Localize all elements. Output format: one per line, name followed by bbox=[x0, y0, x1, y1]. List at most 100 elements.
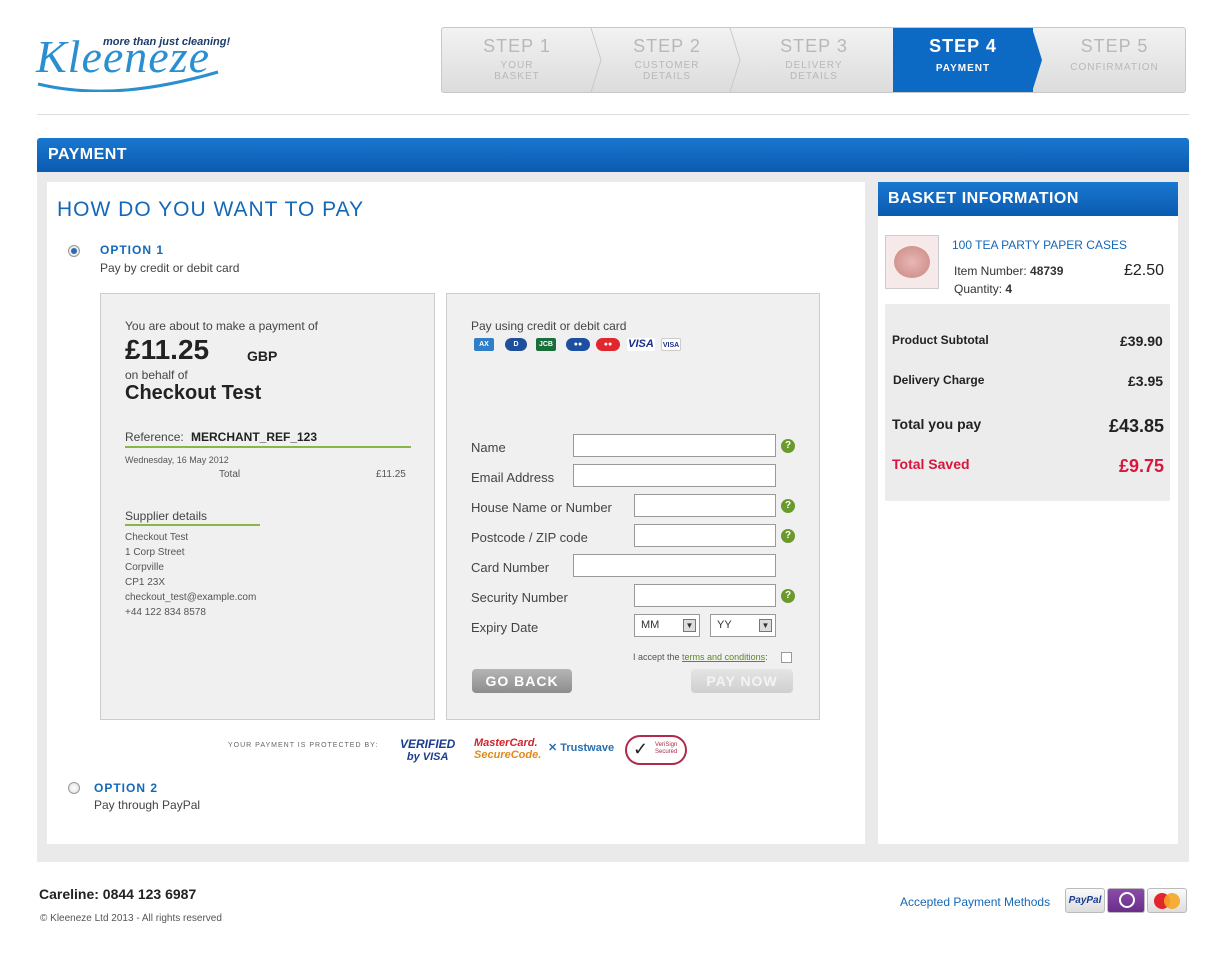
visa-card-icon: VISA bbox=[627, 338, 655, 351]
careline: Careline: 0844 123 6987 bbox=[39, 886, 197, 902]
pay-now-button[interactable]: PAY NOW bbox=[691, 669, 793, 693]
item-number: Item Number: 48739 bbox=[954, 264, 1063, 278]
logo-tagline: more than just cleaning! bbox=[103, 36, 231, 48]
saved-label: Total Saved bbox=[892, 456, 970, 472]
total-value: £11.25 bbox=[376, 469, 406, 480]
copyright: © Kleeneze Ltd 2013 - All rights reserve… bbox=[40, 913, 222, 924]
trustwave-icon: ✕ bbox=[548, 742, 558, 754]
option-2-radio[interactable] bbox=[68, 782, 80, 794]
terms-suffix: : bbox=[765, 652, 768, 662]
merchant-name: Checkout Test bbox=[125, 382, 262, 404]
mastercard-card-icon: ●● bbox=[596, 338, 620, 351]
house-field[interactable] bbox=[634, 494, 776, 517]
solo-icon bbox=[1119, 892, 1135, 908]
dropdown-arrow-icon: ▼ bbox=[759, 619, 772, 632]
security-label: Security Number bbox=[471, 590, 568, 605]
supplier-line: +44 122 834 8578 bbox=[125, 607, 206, 618]
product-thumbnail[interactable] bbox=[885, 235, 939, 289]
quantity-value: 4 bbox=[1005, 282, 1013, 296]
go-back-button[interactable]: GO BACK bbox=[472, 669, 572, 693]
supplier-line: CP1 23X bbox=[125, 577, 166, 588]
trustwave-text: Trustwave bbox=[560, 742, 615, 754]
total-label: Total bbox=[219, 469, 241, 480]
verified-text: VERIFIED bbox=[400, 737, 456, 751]
jcb-card-icon: JCB bbox=[536, 338, 556, 351]
help-icon[interactable]: ? bbox=[781, 589, 795, 603]
step-number: STEP 3 bbox=[780, 36, 848, 56]
expiry-month-select[interactable]: MM ▼ bbox=[634, 614, 700, 637]
step-label: YOUR bbox=[500, 60, 534, 71]
divider bbox=[125, 524, 260, 526]
terms-checkbox[interactable] bbox=[781, 652, 792, 663]
divider bbox=[37, 114, 1189, 115]
postcode-label: Postcode / ZIP code bbox=[471, 530, 588, 545]
step-3: STEP 3 DELIVERY DETAILS bbox=[739, 28, 889, 92]
card-number-label: Card Number bbox=[471, 560, 550, 575]
card-number-field[interactable] bbox=[573, 554, 776, 577]
step-2: STEP 2 CUSTOMER DETAILS bbox=[592, 28, 742, 92]
logo-swoosh-icon bbox=[37, 70, 219, 92]
expiry-year-value: YY bbox=[717, 619, 732, 631]
supplier-heading: Supplier details bbox=[125, 509, 208, 523]
step-number: STEP 4 bbox=[929, 36, 997, 56]
dropdown-arrow-icon: ▼ bbox=[683, 619, 696, 632]
expiry-month-value: MM bbox=[641, 619, 660, 631]
trustwave-logo: ✕ Trustwave bbox=[548, 741, 614, 754]
diners-card-icon: D bbox=[505, 338, 527, 351]
name-field[interactable] bbox=[573, 434, 776, 457]
accepted-methods-label: Accepted Payment Methods bbox=[900, 895, 1051, 909]
securecode-text: SecureCode. bbox=[474, 749, 542, 761]
item-price: £2.50 bbox=[1124, 262, 1165, 279]
mastercard-text: MasterCard. bbox=[474, 737, 538, 749]
item-number-value: 48739 bbox=[1030, 264, 1064, 278]
terms-link[interactable]: terms and conditions bbox=[682, 652, 765, 662]
expiry-label: Expiry Date bbox=[471, 620, 539, 635]
amex-card-icon: AX bbox=[474, 338, 494, 351]
option-1-radio[interactable] bbox=[68, 245, 80, 257]
subtotal-label: Product Subtotal bbox=[892, 333, 989, 347]
house-label: House Name or Number bbox=[471, 500, 612, 515]
option-1-title[interactable]: OPTION 1 bbox=[100, 243, 164, 257]
product-name[interactable]: 100 TEA PARTY PAPER CASES bbox=[952, 238, 1127, 252]
step-5: STEP 5 CONFIRMATION bbox=[1042, 28, 1185, 92]
delivery-label: Delivery Charge bbox=[893, 373, 985, 387]
subtotal-value: £39.90 bbox=[1120, 333, 1163, 349]
step-label: CUSTOMER bbox=[634, 60, 700, 71]
mastercard-logo bbox=[1147, 888, 1187, 913]
verified-by-visa-logo: VERIFIED by VISA bbox=[400, 737, 455, 763]
checkmark-icon: ✓ bbox=[633, 739, 649, 759]
page-title: HOW DO YOU WANT TO PAY bbox=[57, 198, 365, 221]
step-number: STEP 2 bbox=[633, 36, 701, 56]
on-behalf-label: on behalf of bbox=[125, 368, 188, 382]
verisign-logo: ✓ VeriSign Secured bbox=[625, 735, 687, 765]
paypal-logo: PayPal bbox=[1065, 888, 1105, 913]
delivery-value: £3.95 bbox=[1128, 373, 1164, 389]
mastercard-securecode-logo: MasterCard. SecureCode. bbox=[474, 737, 541, 761]
saved-value: £9.75 bbox=[1119, 456, 1165, 476]
expiry-year-select[interactable]: YY ▼ bbox=[710, 614, 776, 637]
help-icon[interactable]: ? bbox=[781, 439, 795, 453]
help-icon[interactable]: ? bbox=[781, 529, 795, 543]
reference-label: Reference: bbox=[125, 430, 184, 444]
step-label: CONFIRMATION bbox=[1070, 62, 1159, 73]
step-number: STEP 5 bbox=[1080, 36, 1149, 56]
visa-electron-card-icon: VISA bbox=[661, 338, 681, 351]
supplier-line: Checkout Test bbox=[125, 532, 189, 543]
option-2-title[interactable]: OPTION 2 bbox=[94, 781, 158, 795]
protection-label: YOUR PAYMENT IS PROTECTED BY: bbox=[228, 742, 379, 749]
by-visa-text: by VISA bbox=[406, 751, 449, 763]
supplier-line: 1 Corp Street bbox=[125, 547, 185, 558]
email-field[interactable] bbox=[573, 464, 776, 487]
security-field[interactable] bbox=[634, 584, 776, 607]
payment-intro: You are about to make a payment of bbox=[125, 319, 319, 333]
total-value: £43.85 bbox=[1109, 416, 1165, 436]
step-1: STEP 1 YOUR BASKET bbox=[442, 28, 592, 92]
step-label: PAYMENT bbox=[935, 63, 991, 74]
step-label: DELIVERY bbox=[785, 60, 843, 71]
email-label: Email Address bbox=[471, 470, 555, 485]
help-icon[interactable]: ? bbox=[781, 499, 795, 513]
postcode-field[interactable] bbox=[634, 524, 776, 547]
solo-logo bbox=[1107, 888, 1145, 913]
panel-title: PAYMENT bbox=[37, 138, 1189, 172]
step-4-active: STEP 4 PAYMENT bbox=[893, 28, 1033, 92]
